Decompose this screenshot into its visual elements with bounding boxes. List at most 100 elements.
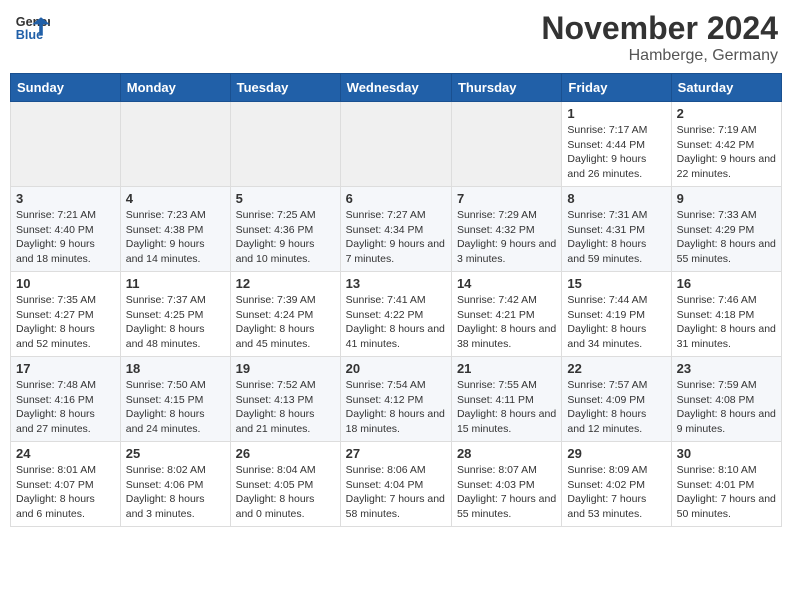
calendar-cell: 17 Sunrise: 7:48 AM Sunset: 4:16 PM Dayli… <box>11 357 121 442</box>
calendar-cell: 7 Sunrise: 7:29 AM Sunset: 4:32 PM Daylig… <box>451 187 561 272</box>
day-info: Sunrise: 7:52 AM Sunset: 4:13 PM Dayligh… <box>236 378 335 437</box>
calendar-cell: 9 Sunrise: 7:33 AM Sunset: 4:29 PM Daylig… <box>671 187 781 272</box>
day-info: Sunrise: 7:41 AM Sunset: 4:22 PM Dayligh… <box>346 293 446 352</box>
calendar-cell: 1 Sunrise: 7:17 AM Sunset: 4:44 PM Daylig… <box>562 102 671 187</box>
day-info: Sunrise: 7:21 AM Sunset: 4:40 PM Dayligh… <box>16 208 115 267</box>
day-info: Sunrise: 7:33 AM Sunset: 4:29 PM Dayligh… <box>677 208 776 267</box>
day-info: Sunrise: 7:42 AM Sunset: 4:21 PM Dayligh… <box>457 293 556 352</box>
calendar-cell: 25Sunrise: 8:02 AM Sunset: 4:06 PM Dayli… <box>120 442 230 527</box>
calendar-cell: 26 Sunrise: 8:04 AM Sunset: 4:05 PM Dayli… <box>230 442 340 527</box>
calendar-cell <box>11 102 121 187</box>
week-row-1: 1 Sunrise: 7:17 AM Sunset: 4:44 PM Daylig… <box>11 102 782 187</box>
day-info: Sunrise: 7:54 AM Sunset: 4:12 PM Dayligh… <box>346 378 446 437</box>
day-number: 26 <box>236 446 335 461</box>
day-info: Sunrise: 7:17 AM Sunset: 4:44 PM Dayligh… <box>567 123 665 182</box>
day-info: Sunrise: 7:29 AM Sunset: 4:32 PM Dayligh… <box>457 208 556 267</box>
calendar-cell: 3Sunrise: 7:21 AM Sunset: 4:40 PM Daylig… <box>11 187 121 272</box>
col-header-monday: Monday <box>120 74 230 102</box>
calendar-cell: 18 Sunrise: 7:50 AM Sunset: 4:15 PM Dayli… <box>120 357 230 442</box>
calendar-cell: 19 Sunrise: 7:52 AM Sunset: 4:13 PM Dayli… <box>230 357 340 442</box>
calendar-cell: 20 Sunrise: 7:54 AM Sunset: 4:12 PM Dayli… <box>340 357 451 442</box>
day-info: Sunrise: 7:35 AM Sunset: 4:27 PM Dayligh… <box>16 293 115 352</box>
calendar-cell: 29 Sunrise: 8:09 AM Sunset: 4:02 PM Dayli… <box>562 442 671 527</box>
day-number: 19 <box>236 361 335 376</box>
logo-icon: General Blue <box>14 10 50 46</box>
day-number: 22 <box>567 361 665 376</box>
day-number: 13 <box>346 276 446 291</box>
day-number: 6 <box>346 191 446 206</box>
day-info: Sunrise: 7:27 AM Sunset: 4:34 PM Dayligh… <box>346 208 446 267</box>
day-number: 8 <box>567 191 665 206</box>
calendar-cell: 2Sunrise: 7:19 AM Sunset: 4:42 PM Daylig… <box>671 102 781 187</box>
day-info: Sunrise: 8:04 AM Sunset: 4:05 PM Dayligh… <box>236 463 335 522</box>
day-number: 4 <box>126 191 225 206</box>
calendar-cell: 23 Sunrise: 7:59 AM Sunset: 4:08 PM Dayli… <box>671 357 781 442</box>
calendar-cell: 6 Sunrise: 7:27 AM Sunset: 4:34 PM Daylig… <box>340 187 451 272</box>
calendar-cell: 21 Sunrise: 7:55 AM Sunset: 4:11 PM Dayli… <box>451 357 561 442</box>
calendar-cell: 4 Sunrise: 7:23 AM Sunset: 4:38 PM Daylig… <box>120 187 230 272</box>
day-number: 20 <box>346 361 446 376</box>
day-info: Sunrise: 7:39 AM Sunset: 4:24 PM Dayligh… <box>236 293 335 352</box>
day-number: 7 <box>457 191 556 206</box>
day-number: 10 <box>16 276 115 291</box>
day-info: Sunrise: 8:09 AM Sunset: 4:02 PM Dayligh… <box>567 463 665 522</box>
day-number: 17 <box>16 361 115 376</box>
day-number: 28 <box>457 446 556 461</box>
calendar-cell <box>340 102 451 187</box>
week-row-4: 17 Sunrise: 7:48 AM Sunset: 4:16 PM Dayli… <box>11 357 782 442</box>
day-info: Sunrise: 7:37 AM Sunset: 4:25 PM Dayligh… <box>126 293 225 352</box>
col-header-tuesday: Tuesday <box>230 74 340 102</box>
day-number: 1 <box>567 106 665 121</box>
logo: General Blue <box>14 10 50 46</box>
col-header-saturday: Saturday <box>671 74 781 102</box>
calendar-cell <box>230 102 340 187</box>
calendar-cell: 8 Sunrise: 7:31 AM Sunset: 4:31 PM Daylig… <box>562 187 671 272</box>
day-number: 23 <box>677 361 776 376</box>
svg-text:Blue: Blue <box>16 28 43 42</box>
day-info: Sunrise: 7:44 AM Sunset: 4:19 PM Dayligh… <box>567 293 665 352</box>
day-number: 16 <box>677 276 776 291</box>
calendar-cell: 14 Sunrise: 7:42 AM Sunset: 4:21 PM Dayli… <box>451 272 561 357</box>
col-header-thursday: Thursday <box>451 74 561 102</box>
calendar-cell: 13 Sunrise: 7:41 AM Sunset: 4:22 PM Dayli… <box>340 272 451 357</box>
calendar-cell: 11 Sunrise: 7:37 AM Sunset: 4:25 PM Dayli… <box>120 272 230 357</box>
day-info: Sunrise: 7:31 AM Sunset: 4:31 PM Dayligh… <box>567 208 665 267</box>
calendar-table: SundayMondayTuesdayWednesdayThursdayFrid… <box>10 73 782 527</box>
day-number: 25 <box>126 446 225 461</box>
day-number: 5 <box>236 191 335 206</box>
day-number: 11 <box>126 276 225 291</box>
day-info: Sunrise: 7:23 AM Sunset: 4:38 PM Dayligh… <box>126 208 225 267</box>
day-number: 29 <box>567 446 665 461</box>
day-number: 21 <box>457 361 556 376</box>
month-title: November 2024 <box>541 10 778 47</box>
calendar-header-row: SundayMondayTuesdayWednesdayThursdayFrid… <box>11 74 782 102</box>
location-subtitle: Hamberge, Germany <box>541 47 778 65</box>
day-number: 27 <box>346 446 446 461</box>
calendar-cell: 30Sunrise: 8:10 AM Sunset: 4:01 PM Dayli… <box>671 442 781 527</box>
day-number: 18 <box>126 361 225 376</box>
day-info: Sunrise: 7:59 AM Sunset: 4:08 PM Dayligh… <box>677 378 776 437</box>
day-info: Sunrise: 7:50 AM Sunset: 4:15 PM Dayligh… <box>126 378 225 437</box>
week-row-2: 3Sunrise: 7:21 AM Sunset: 4:40 PM Daylig… <box>11 187 782 272</box>
calendar-cell: 27Sunrise: 8:06 AM Sunset: 4:04 PM Dayli… <box>340 442 451 527</box>
col-header-friday: Friday <box>562 74 671 102</box>
day-number: 30 <box>677 446 776 461</box>
day-number: 14 <box>457 276 556 291</box>
day-info: Sunrise: 7:55 AM Sunset: 4:11 PM Dayligh… <box>457 378 556 437</box>
day-info: Sunrise: 7:19 AM Sunset: 4:42 PM Dayligh… <box>677 123 776 182</box>
day-number: 9 <box>677 191 776 206</box>
week-row-3: 10 Sunrise: 7:35 AM Sunset: 4:27 PM Dayli… <box>11 272 782 357</box>
calendar-cell <box>120 102 230 187</box>
calendar-cell: 28 Sunrise: 8:07 AM Sunset: 4:03 PM Dayli… <box>451 442 561 527</box>
calendar-cell: 22 Sunrise: 7:57 AM Sunset: 4:09 PM Dayli… <box>562 357 671 442</box>
day-info: Sunrise: 8:07 AM Sunset: 4:03 PM Dayligh… <box>457 463 556 522</box>
calendar-cell: 12Sunrise: 7:39 AM Sunset: 4:24 PM Dayli… <box>230 272 340 357</box>
calendar-cell: 5 Sunrise: 7:25 AM Sunset: 4:36 PM Daylig… <box>230 187 340 272</box>
calendar-cell: 15Sunrise: 7:44 AM Sunset: 4:19 PM Dayli… <box>562 272 671 357</box>
day-info: Sunrise: 7:25 AM Sunset: 4:36 PM Dayligh… <box>236 208 335 267</box>
title-area: November 2024 Hamberge, Germany <box>541 10 778 65</box>
day-info: Sunrise: 7:57 AM Sunset: 4:09 PM Dayligh… <box>567 378 665 437</box>
calendar-cell: 24Sunrise: 8:01 AM Sunset: 4:07 PM Dayli… <box>11 442 121 527</box>
day-info: Sunrise: 7:48 AM Sunset: 4:16 PM Dayligh… <box>16 378 115 437</box>
col-header-sunday: Sunday <box>11 74 121 102</box>
